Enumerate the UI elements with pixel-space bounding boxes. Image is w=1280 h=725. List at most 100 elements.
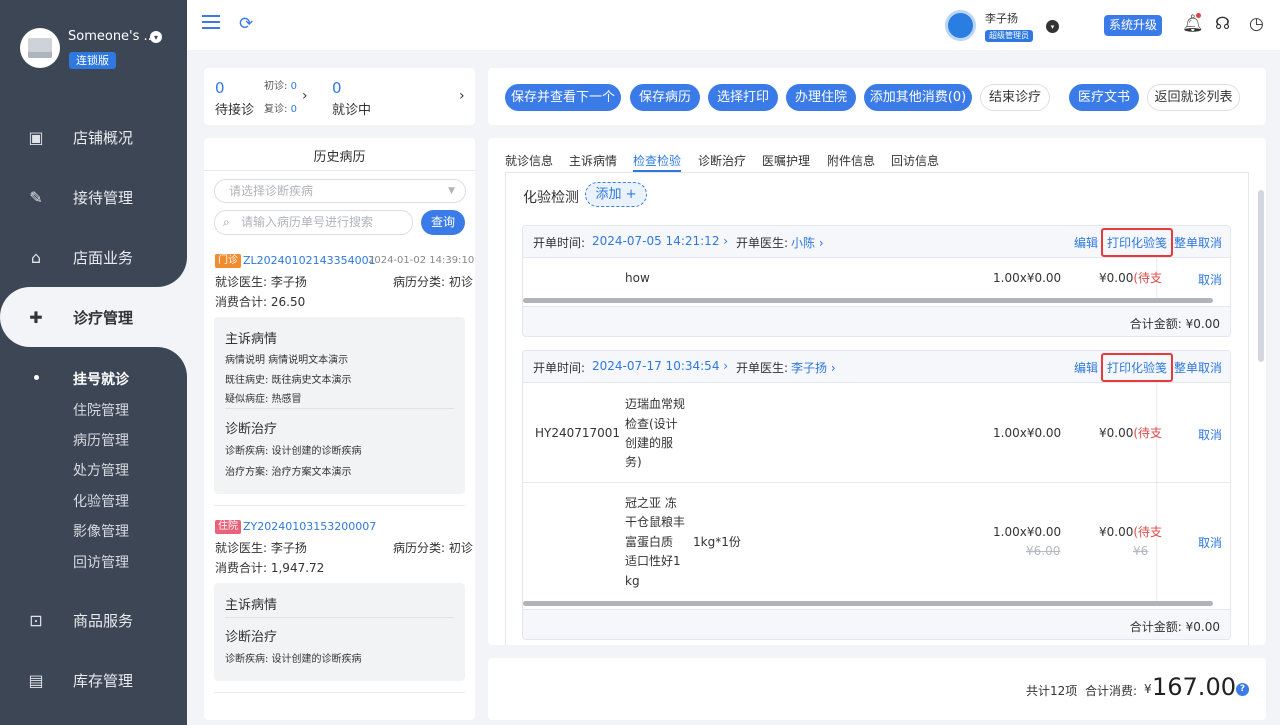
inventory-box-icon: ▤: [28, 670, 44, 690]
subnav-inpatient[interactable]: 住院管理: [73, 400, 129, 420]
shop-name: Someone's ...: [68, 29, 156, 44]
order-total: 合计金额: ¥0.00: [1129, 620, 1220, 634]
order-time-link[interactable]: 2024-07-17 10:34:54 ›: [592, 359, 728, 373]
shop-switcher[interactable]: Someone's ... ▾ 连锁版: [0, 0, 187, 88]
record-summary[interactable]: 主诉病情 病情说明 病情说明文本演示 既往病史: 既往病史文本演示 疑似病症: …: [214, 317, 465, 494]
record-date: 2024-01-02 14:39:10: [368, 255, 475, 266]
end-treatment-button[interactable]: 结束诊疗: [980, 84, 1050, 111]
item-original-amount: ¥6: [1133, 544, 1149, 558]
select-placeholder: 请选择诊断疾病: [229, 184, 314, 198]
first-visit-count: 0: [290, 81, 297, 92]
subnav-prescription[interactable]: 处方管理: [73, 460, 129, 480]
add-other-consumption-button[interactable]: 添加其他消费(0): [864, 84, 972, 111]
chevron-down-icon[interactable]: ▾: [150, 31, 162, 43]
record-doctor: 就诊医生: 李子扬: [215, 275, 307, 289]
diagnosis-select[interactable]: 请选择诊断疾病 ▼: [214, 179, 466, 203]
divider: [214, 505, 465, 506]
subnav-records[interactable]: 病历管理: [73, 430, 129, 450]
record-number-link[interactable]: ZY20240103153200007: [243, 520, 376, 533]
chevron-down-icon[interactable]: ▾: [1046, 20, 1059, 33]
tab-attachments[interactable]: 附件信息: [827, 152, 875, 169]
cancel-order-button[interactable]: 整单取消: [1174, 359, 1222, 376]
tab-examination[interactable]: 检查检验: [633, 152, 681, 169]
total-consumption-label: 合计消费:: [1085, 684, 1138, 698]
cancel-item-button[interactable]: 取消: [1198, 271, 1222, 288]
print-lab-slip-button[interactable]: 打印化验笺: [1101, 228, 1174, 257]
horizontal-scrollbar[interactable]: [523, 298, 1213, 303]
edit-order-button[interactable]: 编辑: [1074, 234, 1098, 251]
waiting-count[interactable]: 0: [215, 79, 225, 97]
notification-dot: [1196, 13, 1201, 18]
cancel-item-button[interactable]: 取消: [1198, 534, 1222, 551]
user-avatar[interactable]: [945, 10, 976, 41]
nav-label: 诊疗管理: [73, 308, 134, 327]
print-lab-slip-button[interactable]: 打印化验笺: [1101, 353, 1174, 382]
nav-item-overview[interactable]: ▣ 店铺概况: [0, 107, 187, 167]
item-qty: 1.00x¥0.00: [993, 426, 1062, 440]
subnav-followup[interactable]: 回访管理: [73, 552, 129, 572]
menu-icon[interactable]: [202, 15, 220, 29]
order-doctor-link[interactable]: 李子扬 ›: [791, 359, 836, 376]
back-to-list-button[interactable]: 返回就诊列表: [1147, 84, 1240, 111]
add-lab-button[interactable]: 添加 +: [585, 182, 647, 207]
tab-diagnosis[interactable]: 诊断治疗: [698, 152, 746, 169]
order-time-link[interactable]: 2024-07-05 14:21:12 ›: [592, 234, 728, 248]
lab-order-card: 开单时间: 2024-07-05 14:21:12 › 开单医生: 小陈 › 编…: [522, 225, 1231, 337]
record-summary[interactable]: 主诉病情 诊断治疗 诊断疾病: 设计创建的诊断疾病: [214, 583, 465, 681]
waiting-label: 待接诊: [215, 103, 255, 118]
tab-complaint[interactable]: 主诉病情: [569, 152, 617, 169]
item-name-line: 富蛋白质: [625, 535, 674, 549]
shopping-bag-icon: ⊡: [29, 610, 43, 630]
clock-icon[interactable]: ◷: [1249, 14, 1264, 34]
save-and-next-button[interactable]: 保存并查看下一个: [505, 84, 621, 111]
record-search-input[interactable]: ⌕ 请输入病历单号进行搜索: [214, 210, 413, 235]
edit-order-button[interactable]: 编辑: [1074, 359, 1098, 376]
nav-item-reception[interactable]: ✎ 接待管理: [0, 167, 187, 227]
chevron-right-icon[interactable]: ›: [302, 88, 308, 104]
medical-documents-button[interactable]: 医疗文书: [1069, 84, 1139, 111]
item-qty: 1.00x¥0.00: [993, 271, 1062, 285]
divider: [225, 408, 454, 409]
subnav-registration[interactable]: 挂号就诊: [73, 369, 129, 389]
complaint-heading: 主诉病情: [225, 598, 278, 613]
item-name-line: 创建的服: [625, 436, 674, 450]
queue-stats-card: 0 待接诊 初诊: 0 复诊: 0 › 0 就诊中 ›: [204, 68, 475, 125]
subnav-lab[interactable]: 化验管理: [73, 491, 129, 511]
refresh-icon[interactable]: ⟳: [239, 14, 253, 34]
diagnosis-heading: 诊断治疗: [225, 422, 278, 437]
save-record-button[interactable]: 保存病历: [630, 84, 700, 111]
nav-item-products[interactable]: ⊡ 商品服务: [0, 590, 187, 650]
nav-item-treatment[interactable]: ✚ 诊疗管理: [0, 287, 187, 347]
order-time-label: 开单时间:: [533, 236, 586, 250]
chevron-right-icon[interactable]: ›: [459, 88, 465, 104]
record-doctor: 就诊医生: 李子扬: [215, 541, 307, 555]
record-total: 消费合计: 26.50: [215, 295, 306, 309]
system-upgrade-button[interactable]: 系统升级: [1104, 15, 1163, 36]
cancel-order-button[interactable]: 整单取消: [1174, 234, 1222, 251]
search-icon: ⌕: [223, 215, 230, 229]
order-doctor-link[interactable]: 小陈 ›: [791, 234, 824, 251]
select-print-button[interactable]: 选择打印: [708, 84, 778, 111]
item-spec: 1kg*1份: [693, 535, 741, 549]
order-doctor-label: 开单医生:: [736, 236, 789, 250]
tab-followup[interactable]: 回访信息: [891, 152, 939, 169]
nav-item-inventory[interactable]: ▤ 库存管理: [0, 650, 187, 710]
subnav-imaging[interactable]: 影像管理: [73, 521, 129, 541]
item-name-line: kg: [625, 574, 640, 588]
return-visit-stat: 复诊: 0: [264, 100, 297, 115]
record-type-tag: 门诊: [215, 254, 241, 268]
in-progress-count[interactable]: 0: [332, 79, 342, 97]
vertical-scrollbar[interactable]: [1258, 190, 1264, 362]
tab-visit-info[interactable]: 就诊信息: [505, 152, 553, 169]
help-icon[interactable]: ?: [1236, 683, 1249, 696]
horizontal-scrollbar[interactable]: [523, 601, 1213, 606]
tab-orders-nursing[interactable]: 医嘱护理: [762, 152, 810, 169]
admit-inpatient-button[interactable]: 办理住院: [786, 84, 856, 111]
headset-icon[interactable]: ☊: [1215, 14, 1230, 34]
query-button[interactable]: 查询: [421, 210, 465, 235]
record-number-link[interactable]: ZL20240102143354001: [243, 254, 376, 267]
cancel-item-button[interactable]: 取消: [1198, 426, 1222, 443]
history-title: 历史病历: [313, 150, 366, 165]
medical-kit-icon: ✚: [29, 307, 43, 327]
return-visit-count: 0: [290, 104, 297, 115]
